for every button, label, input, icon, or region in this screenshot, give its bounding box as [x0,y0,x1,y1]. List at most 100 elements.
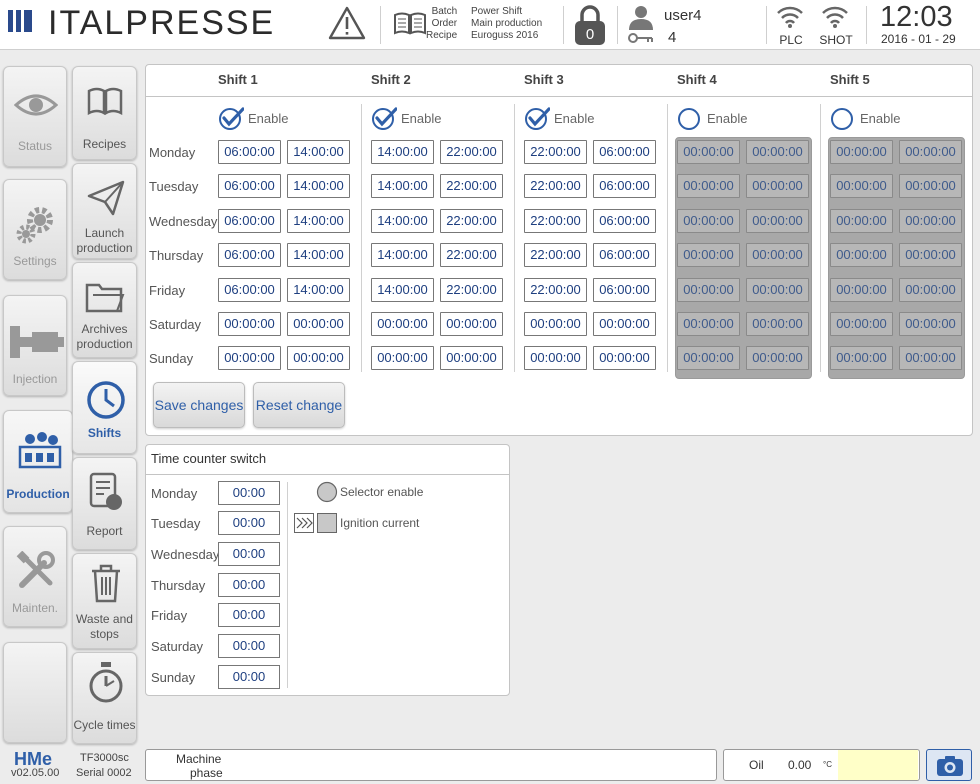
shift-2-monday-start-field[interactable]: 14:00:00 [371,140,434,164]
shift-3-title: Shift 3 [524,72,564,87]
shift-1-thursday-start-field[interactable]: 06:00:00 [218,243,281,267]
gears-icon [16,207,53,244]
shift-1-monday-start-field[interactable]: 06:00:00 [218,140,281,164]
nav-settings[interactable]: Settings [3,179,67,280]
shift-2-friday-start-field[interactable]: 14:00:00 [371,278,434,302]
tc-friday-field[interactable]: 00:00 [218,603,280,627]
shift-3-monday-start-field[interactable]: 22:00:00 [524,140,587,164]
shift-2-sunday-end-field[interactable]: 00:00:00 [440,346,503,370]
subnav-launch-production[interactable]: Launch production [72,163,137,259]
screenshot-button[interactable] [926,749,972,781]
shift-1-monday-end-field[interactable]: 14:00:00 [287,140,350,164]
tc-tuesday-field[interactable]: 00:00 [218,511,280,535]
shift-4-enable-checkbox[interactable]: Enable [677,106,787,130]
shift-3-wednesday-start-field[interactable]: 22:00:00 [524,209,587,233]
shift-2-wednesday-start-field[interactable]: 14:00:00 [371,209,434,233]
subnav-recipes[interactable]: Recipes [72,66,137,160]
shift-2-tuesday-start-field[interactable]: 14:00:00 [371,174,434,198]
shift-1-saturday-start-field[interactable]: 00:00:00 [218,312,281,336]
shift-1-wednesday-end-field[interactable]: 14:00:00 [287,209,350,233]
tc-saturday-field[interactable]: 00:00 [218,634,280,658]
shift-1-thursday-end-field[interactable]: 14:00:00 [287,243,350,267]
machine-phase-label-2: phase [190,766,223,780]
lock-icon[interactable]: 0 [572,3,608,47]
day-label: Monday [149,145,196,160]
machine-phase-label-1: Machine [176,752,222,766]
plc-label: PLC [779,33,803,47]
shift-5-enable-checkbox[interactable]: Enable [830,106,940,130]
nav-status[interactable]: Status [3,66,67,167]
selector-enable-label: Selector enable [340,485,424,499]
shift-3-sunday-end-field[interactable]: 00:00:00 [593,346,656,370]
day-label: Thursday [149,248,204,263]
nav-injection[interactable]: Injection [3,295,67,396]
shift-1-friday-end-field[interactable]: 14:00:00 [287,278,350,302]
subnav-archives-production[interactable]: Archives production [72,262,137,358]
shift-2-title: Shift 2 [371,72,411,87]
time-counter-title: Time counter switch [151,451,267,466]
column-separator [361,104,362,372]
shift-3-saturday-end-field[interactable]: 00:00:00 [593,312,656,336]
shift-1-tuesday-start-field[interactable]: 06:00:00 [218,174,281,198]
plc-wifi-icon [777,6,803,28]
shift-3-saturday-start-field[interactable]: 00:00:00 [524,312,587,336]
shift-3-wednesday-end-field[interactable]: 06:00:00 [593,209,656,233]
shift-3-thursday-end-field[interactable]: 06:00:00 [593,243,656,267]
shift-2-monday-end-field[interactable]: 22:00:00 [440,140,503,164]
tc-monday-field[interactable]: 00:00 [218,481,280,505]
oil-label: Oil [749,758,764,772]
lock-count: 0 [586,26,594,43]
shift-3-tuesday-start-field[interactable]: 22:00:00 [524,174,587,198]
nav-production[interactable]: Production [3,410,73,513]
shift-3-enable-checkbox[interactable]: Enable [524,106,634,130]
shot-wifi-icon [822,6,848,28]
warning-icon[interactable] [327,5,367,41]
reset-change-button[interactable]: Reset change [253,382,345,428]
shift-3-friday-end-field[interactable]: 06:00:00 [593,278,656,302]
paper-plane-icon [87,180,125,216]
shift-2-saturday-start-field[interactable]: 00:00:00 [371,312,434,336]
shift-5-monday-end-field: 00:00:00 [899,140,962,164]
shift-3-friday-start-field[interactable]: 22:00:00 [524,278,587,302]
shift-4-title: Shift 4 [677,72,717,87]
tc-sunday-field[interactable]: 00:00 [218,665,280,689]
shift-3-thursday-start-field[interactable]: 22:00:00 [524,243,587,267]
enable-label: Enable [554,111,595,126]
tc-thursday-field[interactable]: 00:00 [218,573,280,597]
nav-status-label: Status [17,139,53,153]
shift-1-enable-checkbox[interactable]: Enable [218,106,328,130]
subnav-cycle-times[interactable]: Cycle times [72,652,137,744]
shift-2-saturday-end-field[interactable]: 00:00:00 [440,312,503,336]
shift-4-friday-end-field: 00:00:00 [746,278,809,302]
tools-icon [16,551,55,588]
subnav-waste-and-stops[interactable]: Waste and stops [72,553,137,649]
shift-1-tuesday-end-field[interactable]: 14:00:00 [287,174,350,198]
shift-1-friday-start-field[interactable]: 06:00:00 [218,278,281,302]
shift-3-tuesday-end-field[interactable]: 06:00:00 [593,174,656,198]
nav-maintenance[interactable]: Mainten. [3,526,67,627]
shift-2-thursday-start-field[interactable]: 14:00:00 [371,243,434,267]
subnav-shifts[interactable]: Shifts [72,361,137,454]
shift-2-sunday-start-field[interactable]: 00:00:00 [371,346,434,370]
subnav-report[interactable]: Report [72,457,137,550]
shift-2-thursday-end-field[interactable]: 22:00:00 [440,243,503,267]
user-icon[interactable] [626,4,658,44]
shifts-header-divider [146,96,972,97]
checked-circle-icon [525,107,550,130]
shift-1-sunday-end-field[interactable]: 00:00:00 [287,346,350,370]
shift-1-wednesday-start-field[interactable]: 06:00:00 [218,209,281,233]
shift-4-tuesday-start-field: 00:00:00 [677,174,740,198]
day-label: Friday [149,283,186,298]
shift-2-tuesday-end-field[interactable]: 22:00:00 [440,174,503,198]
shift-2-wednesday-end-field[interactable]: 22:00:00 [440,209,503,233]
shift-2-enable-checkbox[interactable]: Enable [371,106,481,130]
tc-wednesday-field[interactable]: 00:00 [218,542,280,566]
shift-1-saturday-end-field[interactable]: 00:00:00 [287,312,350,336]
save-changes-button[interactable]: Save changes [153,382,245,428]
column-separator [514,104,515,372]
shift-2-friday-end-field[interactable]: 22:00:00 [440,278,503,302]
shift-3-monday-end-field[interactable]: 06:00:00 [593,140,656,164]
shift-3-sunday-start-field[interactable]: 00:00:00 [524,346,587,370]
software-version: v02.05.00 [11,767,60,779]
shift-1-sunday-start-field[interactable]: 00:00:00 [218,346,281,370]
